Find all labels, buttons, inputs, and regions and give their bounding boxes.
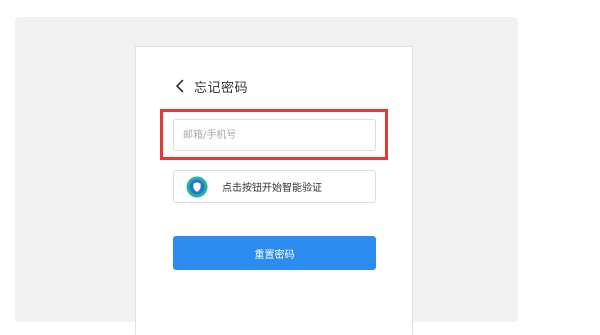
shield-check-icon: [186, 176, 208, 198]
page-title: 忘记密码: [194, 80, 249, 96]
captcha-verify-button[interactable]: 点击按钮开始智能验证: [173, 170, 376, 203]
chevron-left-icon[interactable]: [172, 78, 186, 94]
header[interactable]: 忘记密码: [172, 76, 248, 96]
reset-password-button[interactable]: 重置密码: [173, 236, 376, 270]
captcha-label: 点击按钮开始智能验证: [222, 183, 322, 194]
account-input[interactable]: [173, 119, 376, 151]
